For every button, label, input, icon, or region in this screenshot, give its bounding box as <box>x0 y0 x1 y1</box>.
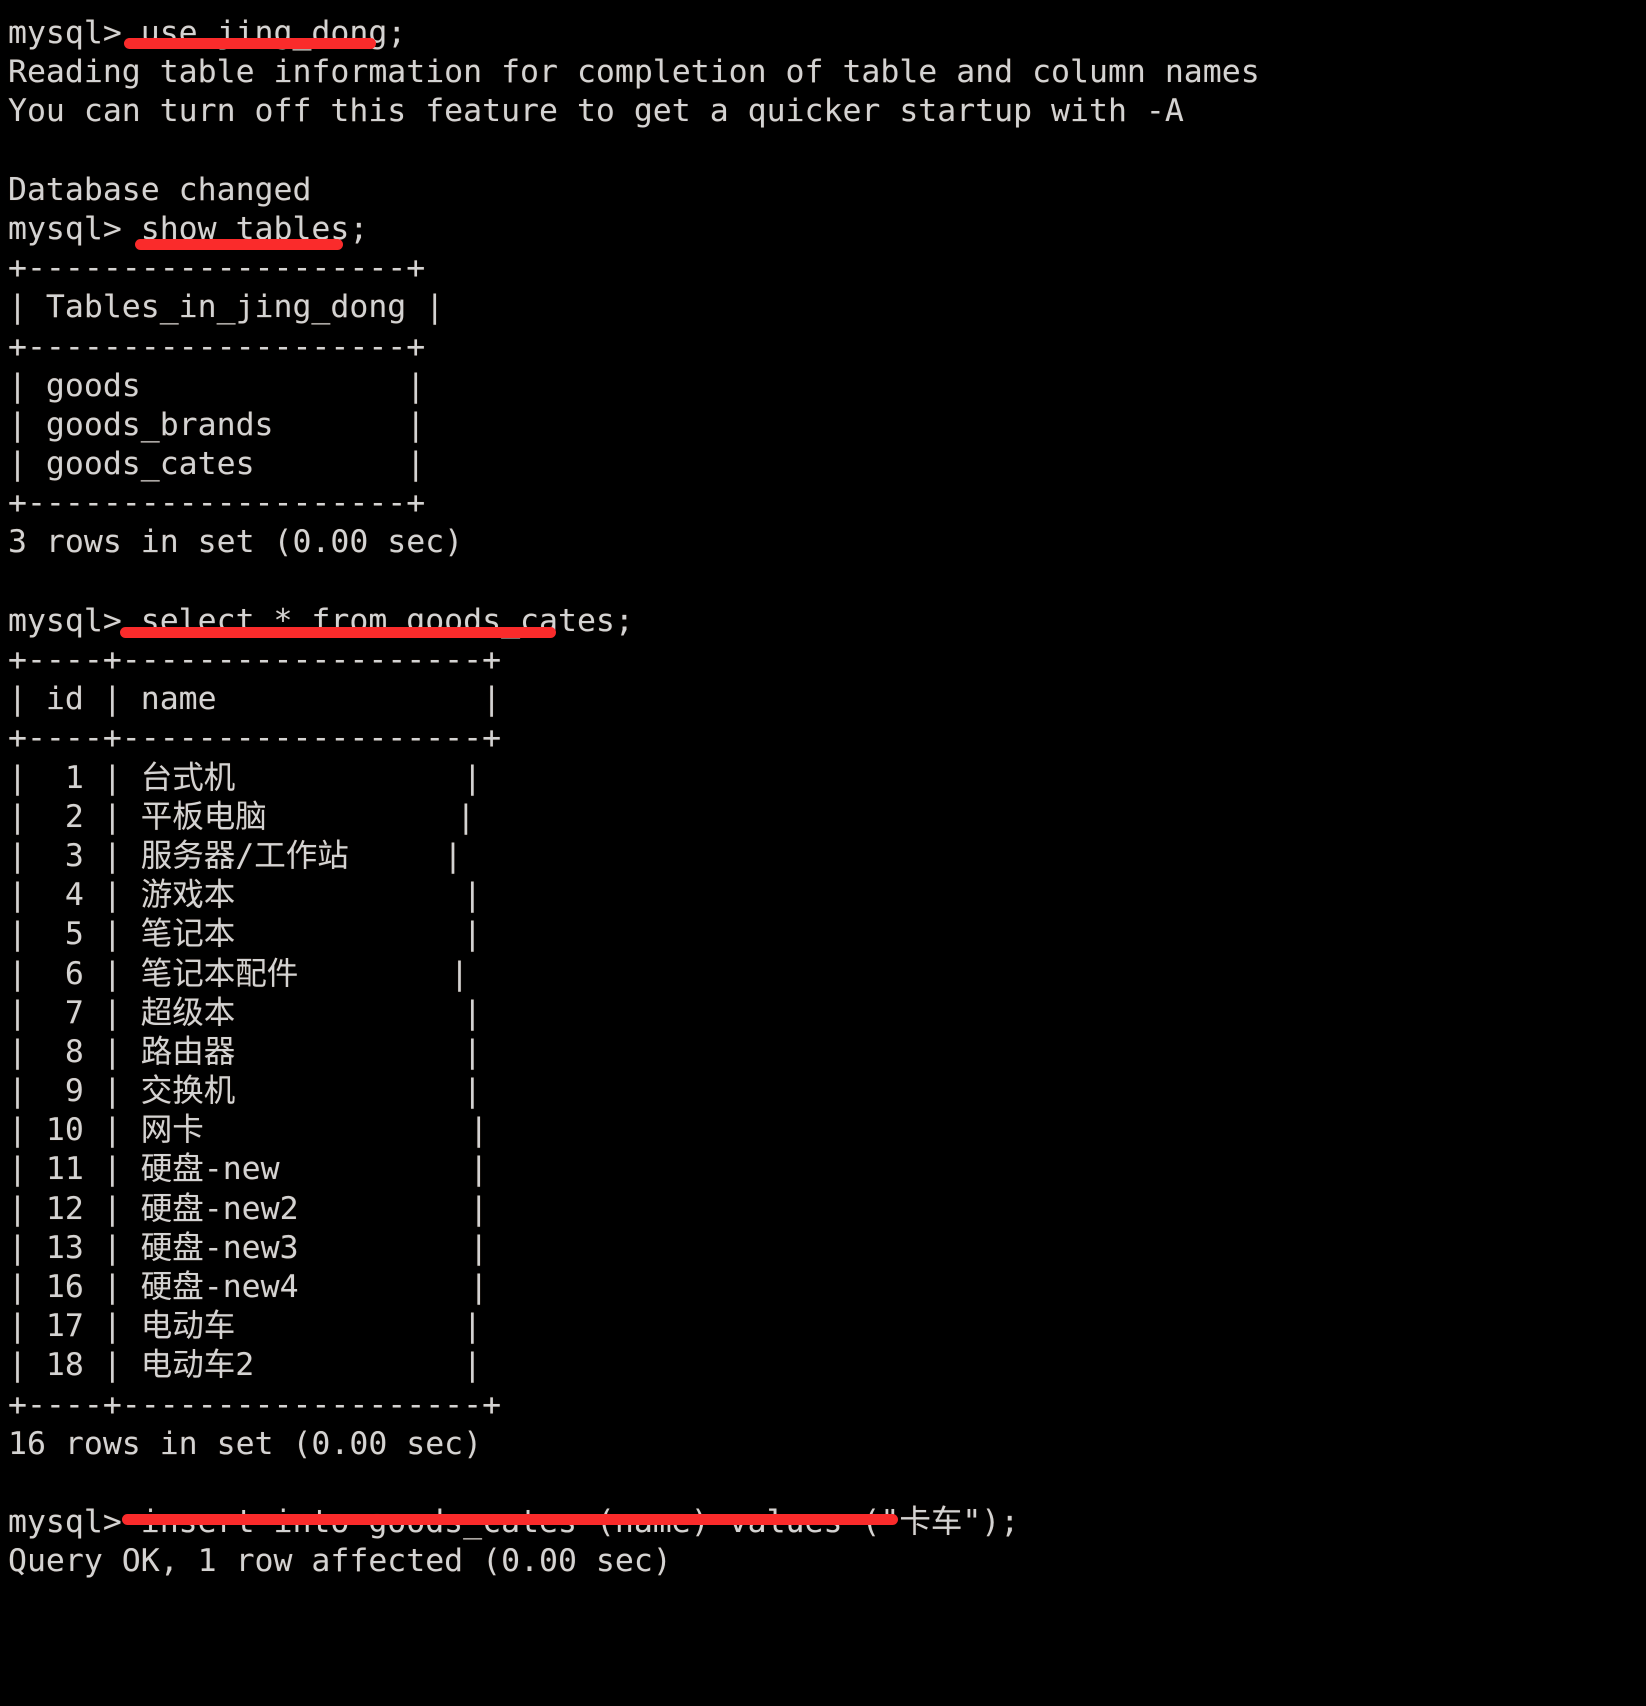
terminal-line: Database changed <box>8 171 312 208</box>
terminal-line: 16 rows in set (0.00 sec) <box>8 1425 483 1462</box>
terminal-line: | goods | <box>8 367 426 404</box>
terminal-line: | 5 | 笔记本 | <box>8 916 482 953</box>
terminal-line: | 9 | 交换机 | <box>8 1073 482 1110</box>
terminal-line: You can turn off this feature to get a q… <box>8 93 1184 130</box>
underline-insert-goods-cates <box>122 1514 898 1525</box>
terminal-line: | goods_brands | <box>8 406 426 443</box>
underline-select-goods-cates <box>120 627 556 638</box>
terminal-line: | 18 | 电动车2 | <box>8 1347 482 1384</box>
terminal-line: | 6 | 笔记本配件 | <box>8 955 469 992</box>
terminal-line: | 1 | 台式机 | <box>8 759 482 796</box>
terminal-line: | 16 | 硬盘-new4 | <box>8 1269 489 1305</box>
terminal-line: +--------------------+ <box>8 485 426 522</box>
terminal-line: 3 rows in set (0.00 sec) <box>8 524 464 561</box>
underline-use-jing-dong <box>124 38 376 49</box>
terminal-line: | id | name | <box>8 681 502 718</box>
terminal-line: Query OK, 1 row affected (0.00 sec) <box>8 1543 672 1580</box>
terminal-line: | 4 | 游戏本 | <box>8 877 482 914</box>
terminal-line: | 12 | 硬盘-new2 | <box>8 1190 489 1227</box>
terminal-line: +--------------------+ <box>8 250 426 287</box>
terminal-window[interactable]: mysql> use jing_dong; Reading table infor… <box>0 0 1646 1706</box>
terminal-line: | 7 | 超级本 | <box>8 994 482 1031</box>
terminal-line: | 17 | 电动车 | <box>8 1308 482 1345</box>
terminal-line: | 2 | 平板电脑 | <box>8 798 476 835</box>
terminal-line: Reading table information for completion… <box>8 54 1260 91</box>
terminal-line: | 3 | 服务器/工作站 | <box>8 837 463 874</box>
terminal-line: | 11 | 硬盘-new | <box>8 1151 489 1188</box>
terminal-line: | 13 | 硬盘-new3 | <box>8 1229 489 1266</box>
terminal-line: | Tables_in_jing_dong | <box>8 289 445 326</box>
terminal-line: +----+-------------------+ <box>8 1386 502 1423</box>
terminal-line: +----+-------------------+ <box>8 720 502 757</box>
terminal-line: +----+-------------------+ <box>8 642 502 678</box>
terminal-line: | 8 | 路由器 | <box>8 1033 482 1070</box>
terminal-line: | goods_cates | <box>8 446 426 483</box>
terminal-line: +--------------------+ <box>8 328 426 365</box>
underline-show-tables <box>135 239 343 250</box>
terminal-line: | 10 | 网卡 | <box>8 1112 489 1149</box>
